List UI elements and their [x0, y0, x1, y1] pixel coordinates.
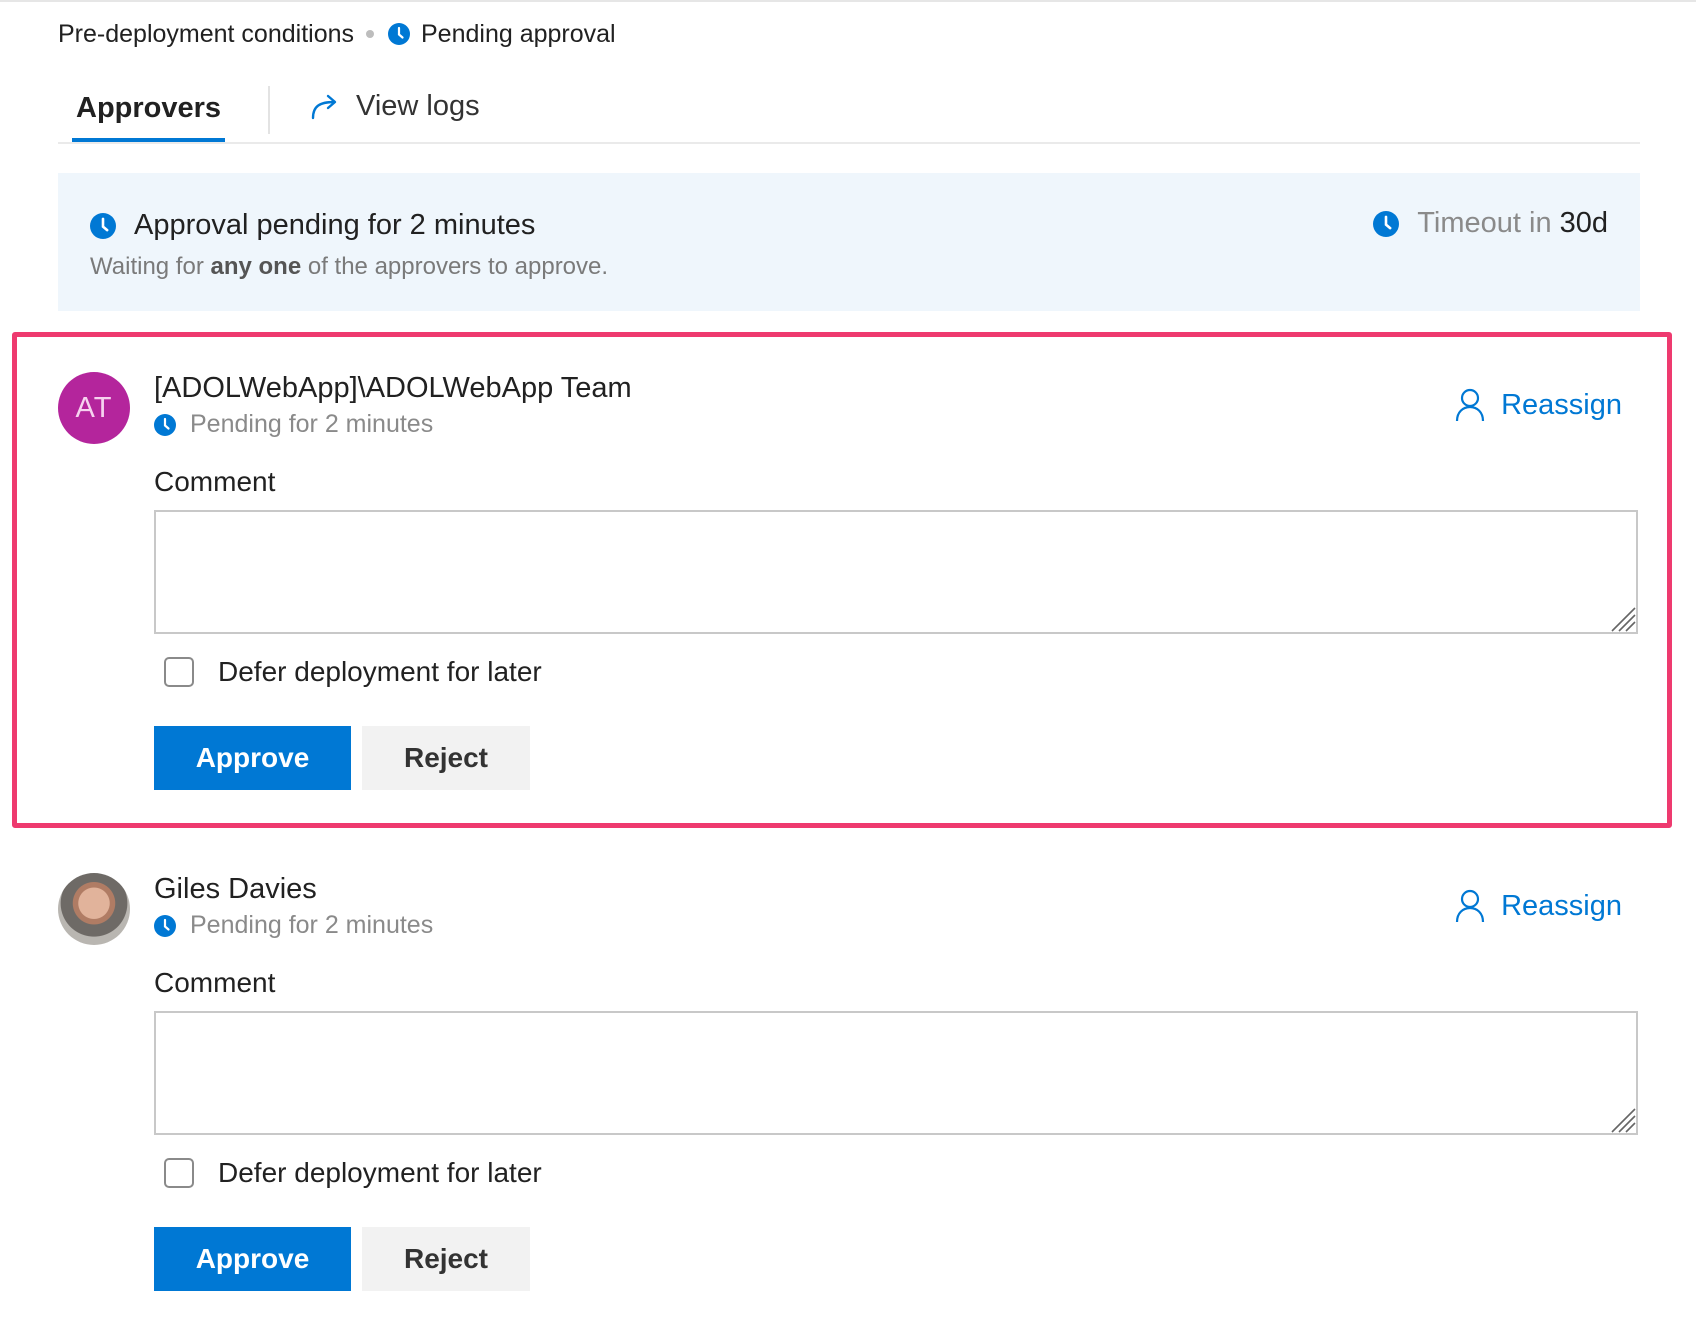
- comment-label: Comment: [154, 967, 276, 998]
- timeout-label: Timeout in: [1417, 207, 1552, 239]
- comment-textarea[interactable]: [154, 510, 1638, 634]
- clock-icon: [90, 212, 116, 239]
- approver-pending-status: Pending for 2 minutes: [154, 911, 433, 940]
- breadcrumb-section: Pre-deployment conditions: [58, 19, 354, 48]
- timeout-indicator: Timeout in 30d: [1373, 207, 1608, 240]
- defer-label: Defer deployment for later: [218, 1157, 542, 1188]
- comment-label: Comment: [154, 466, 276, 497]
- approve-button[interactable]: Approve: [154, 726, 351, 790]
- defer-checkbox[interactable]: Defer deployment for later: [164, 656, 542, 688]
- tab-view-logs-label: View logs: [356, 90, 480, 122]
- approval-status-banner: Approval pending for 2 minutes Waiting f…: [58, 173, 1640, 311]
- reject-button[interactable]: Reject: [362, 1227, 530, 1291]
- person-icon: [1455, 388, 1485, 422]
- clock-icon: [388, 23, 410, 45]
- clock-icon: [1373, 210, 1400, 237]
- timeout-value: 30d: [1559, 207, 1608, 239]
- clock-icon: [154, 914, 176, 937]
- top-border: [0, 0, 1696, 2]
- approver-name: Giles Davies: [154, 873, 317, 905]
- defer-label: Defer deployment for later: [218, 656, 542, 687]
- banner-title-row: Approval pending for 2 minutes: [90, 209, 535, 242]
- breadcrumb-status: Pending approval: [421, 19, 616, 48]
- tab-divider: [268, 86, 270, 134]
- defer-checkbox[interactable]: Defer deployment for later: [164, 1157, 542, 1189]
- approver-name: [ADOLWebApp]\ADOLWebApp Team: [154, 372, 632, 404]
- reassign-button[interactable]: Reassign: [1455, 388, 1622, 422]
- approver-pending-text: Pending for 2 minutes: [190, 410, 434, 438]
- avatar: AT: [58, 372, 130, 444]
- checkbox[interactable]: [164, 657, 194, 687]
- share-arrow-icon: [311, 94, 337, 119]
- reject-button[interactable]: Reject: [362, 726, 530, 790]
- approver-pending-text: Pending for 2 minutes: [190, 911, 434, 939]
- approve-button[interactable]: Approve: [154, 1227, 351, 1291]
- banner-subtitle: Waiting for any one of the approvers to …: [90, 253, 608, 281]
- reassign-button[interactable]: Reassign: [1455, 889, 1622, 923]
- approver-card: Giles Davies Pending for 2 minutes Reass…: [0, 873, 1696, 1333]
- breadcrumb: Pre-deployment conditions Pending approv…: [58, 14, 616, 54]
- avatar-photo: [58, 873, 130, 945]
- reassign-label: Reassign: [1501, 388, 1622, 421]
- tab-approvers[interactable]: Approvers: [72, 92, 226, 142]
- banner-title: Approval pending for 2 minutes: [134, 209, 536, 241]
- banner-subtitle-prefix: Waiting for: [90, 253, 204, 280]
- banner-subtitle-bold: any one: [210, 253, 302, 280]
- active-tab-indicator: [72, 138, 226, 142]
- breadcrumb-separator: [366, 30, 374, 38]
- banner-subtitle-suffix: of the approvers to approve.: [307, 253, 609, 280]
- tab-approvers-label: Approvers: [76, 92, 222, 124]
- approver-card: AT [ADOLWebApp]\ADOLWebApp Team Pending …: [0, 372, 1696, 832]
- tab-bar: Approvers View logs: [58, 78, 1640, 144]
- tab-view-logs[interactable]: View logs: [310, 90, 480, 123]
- person-icon: [1455, 889, 1485, 923]
- comment-textarea[interactable]: [154, 1011, 1638, 1135]
- checkbox[interactable]: [164, 1158, 194, 1188]
- approver-pending-status: Pending for 2 minutes: [154, 410, 433, 439]
- clock-icon: [154, 413, 176, 436]
- reassign-label: Reassign: [1501, 889, 1622, 922]
